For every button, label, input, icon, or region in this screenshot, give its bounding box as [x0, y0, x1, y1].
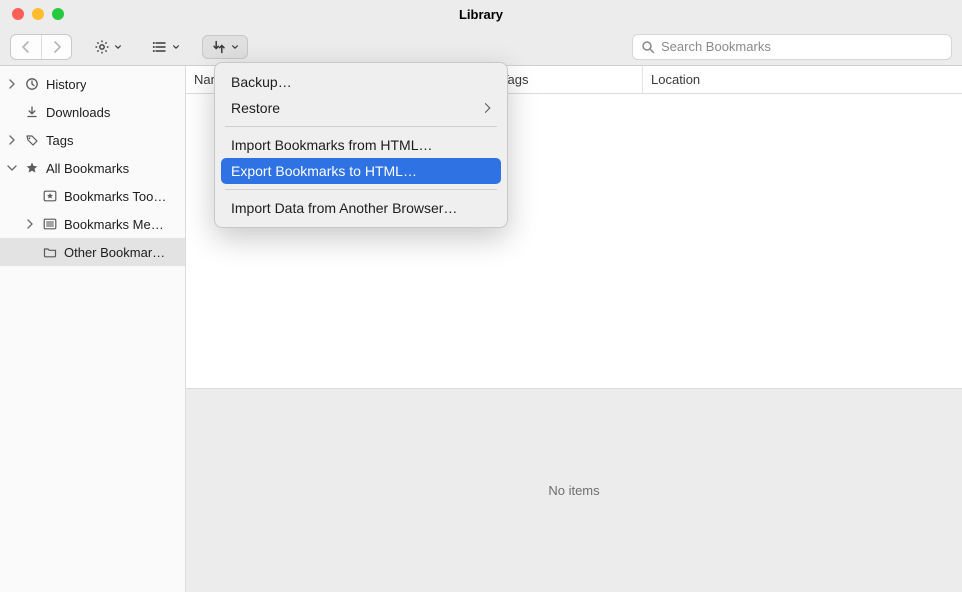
forward-button[interactable] [41, 35, 71, 59]
sidebar-item-other-bookmarks[interactable]: Other Bookmar… [0, 238, 185, 266]
chevron-right-icon [24, 219, 36, 229]
toolbar [0, 28, 962, 66]
sidebar-item-bookmarks-menu[interactable]: Bookmarks Me… [0, 210, 185, 238]
sidebar-item-label: Bookmarks Too… [64, 189, 166, 204]
column-label: Location [651, 72, 700, 87]
column-header-tags[interactable]: Tags [493, 66, 643, 93]
chevron-right-icon [6, 135, 18, 145]
folder-icon [42, 246, 58, 258]
sidebar-item-label: All Bookmarks [46, 161, 129, 176]
menu-item-label: Export Bookmarks to HTML… [231, 163, 417, 179]
download-icon [24, 105, 40, 119]
list-icon [152, 40, 168, 54]
tag-icon [24, 133, 40, 147]
chevron-right-icon [6, 79, 18, 89]
search-input[interactable] [661, 39, 943, 54]
menu-item-import-browser[interactable]: Import Data from Another Browser… [221, 195, 501, 221]
minimize-window-button[interactable] [32, 8, 44, 20]
sidebar-item-label: History [46, 77, 86, 92]
nav-buttons [10, 34, 72, 60]
menu-separator [225, 126, 497, 127]
chevron-down-icon [172, 43, 180, 51]
views-button[interactable] [144, 35, 188, 59]
import-export-icon [211, 39, 227, 55]
gear-icon [94, 39, 110, 55]
bookmarks-menu-icon [42, 218, 58, 230]
menu-item-export-html[interactable]: Export Bookmarks to HTML… [221, 158, 501, 184]
menu-item-restore[interactable]: Restore [221, 95, 501, 121]
sidebar-item-label: Tags [46, 133, 73, 148]
sidebar-item-label: Other Bookmar… [64, 245, 165, 260]
bookmarks-toolbar-icon [42, 190, 58, 202]
chevron-down-icon [231, 43, 239, 51]
sidebar-item-label: Downloads [46, 105, 110, 120]
menu-item-label: Restore [231, 100, 280, 116]
menu-item-backup[interactable]: Backup… [221, 69, 501, 95]
back-button[interactable] [11, 35, 41, 59]
titlebar: Library [0, 0, 962, 28]
star-icon [24, 161, 40, 175]
sidebar-item-label: Bookmarks Me… [64, 217, 164, 232]
detail-pane: No items [186, 388, 962, 592]
chevron-down-icon [6, 164, 18, 172]
menu-item-label: Import Bookmarks from HTML… [231, 137, 432, 153]
column-header-location[interactable]: Location [643, 66, 962, 93]
sidebar-item-history[interactable]: History [0, 70, 185, 98]
sidebar-item-all-bookmarks[interactable]: All Bookmarks [0, 154, 185, 182]
traffic-lights [12, 8, 64, 20]
window-title: Library [0, 7, 962, 22]
import-backup-menu: Backup… Restore Import Bookmarks from HT… [214, 62, 508, 228]
clock-icon [24, 77, 40, 91]
menu-separator [225, 189, 497, 190]
sidebar-item-downloads[interactable]: Downloads [0, 98, 185, 126]
import-backup-button[interactable] [202, 35, 248, 59]
search-field[interactable] [632, 34, 952, 60]
menu-item-import-html[interactable]: Import Bookmarks from HTML… [221, 132, 501, 158]
sidebar-item-tags[interactable]: Tags [0, 126, 185, 154]
menu-item-label: Import Data from Another Browser… [231, 200, 457, 216]
search-icon [641, 40, 655, 54]
zoom-window-button[interactable] [52, 8, 64, 20]
chevron-down-icon [114, 43, 122, 51]
sidebar: History Downloads Tags All [0, 66, 186, 592]
close-window-button[interactable] [12, 8, 24, 20]
empty-state-text: No items [548, 483, 599, 498]
menu-item-label: Backup… [231, 74, 292, 90]
organize-button[interactable] [86, 35, 130, 59]
sidebar-item-bookmarks-toolbar[interactable]: Bookmarks Too… [0, 182, 185, 210]
